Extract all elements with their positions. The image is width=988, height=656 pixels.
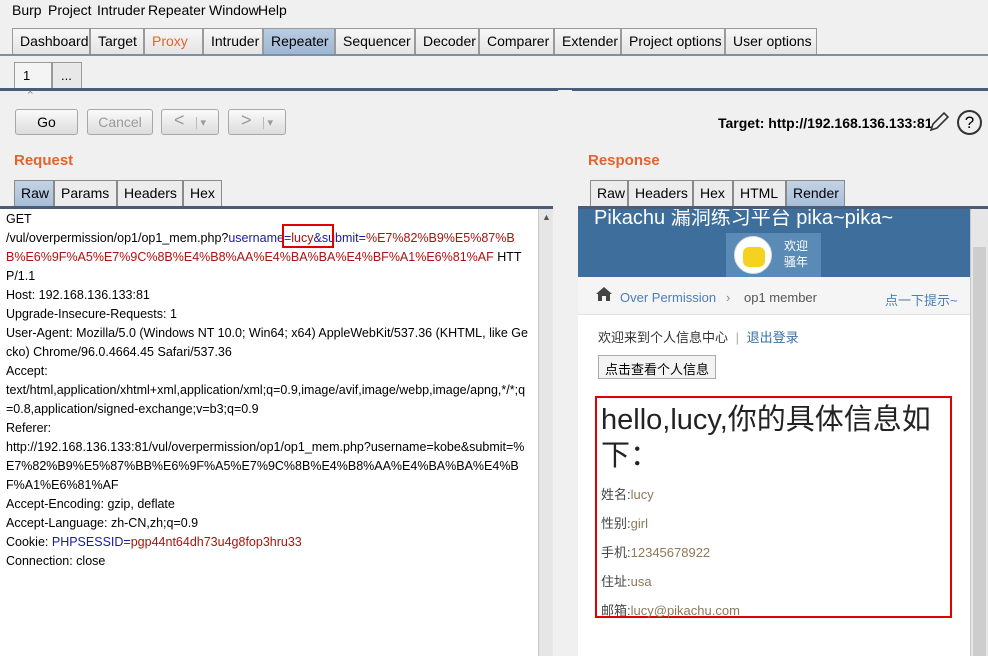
tab-user-options[interactable]: User options [725, 28, 817, 54]
target-label: Target: http://192.168.136.133:81 [718, 115, 933, 131]
welcome-line-1: 欢迎 [784, 239, 809, 253]
tab-extender[interactable]: Extender [554, 28, 621, 54]
menu-project[interactable]: Project [48, 2, 92, 18]
response-tab-render[interactable]: Render [786, 180, 845, 206]
menu-burp[interactable]: Burp [12, 2, 42, 18]
forward-arrow-icon: > [240, 110, 252, 130]
tab-dashboard[interactable]: Dashboard [12, 28, 90, 54]
edit-pencil-icon[interactable] [927, 110, 951, 134]
back-button[interactable]: < ▾ [161, 109, 219, 135]
request-editor[interactable]: GET /vul/overpermission/op1/op1_mem.php?… [0, 209, 538, 656]
req-accept-key: Accept: [6, 364, 48, 378]
req-accept-value: text/html,application/xhtml+xml,applicat… [6, 383, 526, 416]
welcome-line-2: 骚年 [784, 255, 809, 269]
repeater-tab-label: 1 [23, 68, 31, 83]
tab-comparer[interactable]: Comparer [479, 28, 554, 54]
menu-bar: Burp Project Intruder Repeater Window He… [0, 0, 988, 22]
req-param-username-key: username [228, 231, 284, 245]
logout-link[interactable]: 退出登录 [747, 330, 799, 345]
response-tab-headers[interactable]: Headers [628, 180, 693, 206]
request-title: Request [14, 152, 74, 169]
help-icon[interactable]: ? [957, 110, 982, 135]
tab-proxy[interactable]: Proxy [144, 28, 203, 54]
welcome-text: 欢迎 骚年 [784, 238, 808, 270]
tab-intruder[interactable]: Intruder [203, 28, 263, 54]
field-name: 姓名:lucy [601, 487, 654, 502]
request-tab-params[interactable]: Params [54, 180, 117, 206]
field-email: 邮箱:lucy@pikachu.com [601, 603, 740, 618]
response-tab-raw[interactable]: Raw [590, 180, 628, 206]
username-highlight-box [282, 224, 334, 248]
request-tab-hex[interactable]: Hex [183, 180, 222, 206]
banner-title: Pikachu 漏洞练习平台 pika~pika~ [594, 209, 894, 229]
tab-target[interactable]: Target [90, 28, 144, 54]
req-cookie-name: PHPSESSID [51, 535, 124, 549]
crumb-current: op1 member [744, 290, 817, 305]
info-divider: | [735, 330, 740, 345]
response-scrollbar[interactable] [970, 209, 988, 656]
go-button[interactable]: Go [15, 109, 78, 135]
back-dropdown-icon: ▾ [195, 117, 207, 129]
menu-window[interactable]: Window [209, 2, 259, 18]
req-host: Host: 192.168.136.133:81 [6, 288, 150, 302]
req-user-agent: User-Agent: Mozilla/5.0 (Windows NT 10.0… [6, 326, 528, 359]
result-box: hello,lucy,你的具体信息如下： 姓名:lucy 性别:girl 手机:… [595, 396, 952, 618]
forward-button[interactable]: > ▾ [228, 109, 286, 135]
tab-decoder[interactable]: Decoder [415, 28, 479, 54]
scroll-up-icon[interactable]: ▲ [542, 212, 551, 222]
pikachu-banner: Pikachu 漏洞练习平台 pika~pika~ 欢迎 骚年 [578, 209, 970, 277]
request-scrollbar[interactable]: ▲ [538, 209, 553, 656]
req-eq: = [358, 231, 366, 245]
toolbar-separator [0, 88, 988, 91]
pane-splitter[interactable] [558, 90, 572, 656]
request-tab-raw[interactable]: Raw [14, 180, 54, 206]
req-upgrade: Upgrade-Insecure-Requests: 1 [6, 307, 177, 321]
repeater-tab-1[interactable]: 1 × [14, 62, 52, 98]
request-tab-headers[interactable]: Headers [117, 180, 183, 206]
req-eq: = [123, 535, 131, 549]
menu-repeater[interactable]: Repeater [148, 2, 206, 18]
response-title: Response [588, 152, 660, 169]
forward-dropdown-icon: ▾ [262, 117, 274, 129]
response-tab-html[interactable]: HTML [733, 180, 786, 206]
req-referer-value: http://192.168.136.133:81/vul/overpermis… [6, 440, 525, 492]
view-info-button[interactable]: 点击查看个人信息 [598, 355, 717, 379]
back-arrow-icon: < [173, 110, 185, 130]
breadcrumb: Over Permission › op1 member 点一下提示~ [578, 277, 970, 315]
menu-help[interactable]: Help [258, 2, 287, 18]
req-accept-encoding: Accept-Encoding: gzip, deflate [6, 497, 175, 511]
response-tab-hex[interactable]: Hex [693, 180, 733, 206]
greeting: hello,lucy,你的具体信息如下： [601, 404, 931, 472]
field-address: 住址:usa [601, 574, 652, 589]
field-gender: 性别:girl [601, 516, 648, 531]
user-box: 欢迎 骚年 [726, 233, 821, 277]
crumb-over-permission[interactable]: Over Permission [620, 290, 716, 305]
req-cookie-value: pgp44nt64dh73u4g8fop3hru33 [130, 535, 302, 549]
req-cookie-key: Cookie: [6, 535, 52, 549]
tab-sequencer[interactable]: Sequencer [335, 28, 415, 54]
tab-divider [0, 54, 988, 56]
info-center-line: 欢迎来到个人信息中心 | 退出登录 [598, 327, 799, 346]
tab-repeater[interactable]: Repeater [263, 28, 335, 54]
cancel-button[interactable]: Cancel [87, 109, 153, 135]
req-referer-key: Referer: [6, 421, 52, 435]
avatar [734, 236, 772, 274]
tab-project-options[interactable]: Project options [621, 28, 725, 54]
req-method: GET [6, 212, 32, 226]
response-scroll-thumb[interactable] [973, 247, 986, 656]
field-phone: 手机:12345678922 [601, 545, 711, 560]
menu-intruder[interactable]: Intruder [97, 2, 145, 18]
req-accept-language: Accept-Language: zh-CN,zh;q=0.9 [6, 516, 199, 530]
home-icon[interactable] [596, 287, 612, 301]
hint-link[interactable]: 点一下提示~ [885, 290, 958, 309]
repeater-tab-more[interactable]: ... [52, 62, 82, 88]
req-connection: Connection: close [6, 554, 106, 568]
info-center-text: 欢迎来到个人信息中心 [598, 330, 729, 345]
response-render: Pikachu 漏洞练习平台 pika~pika~ 欢迎 骚年 Over Per… [578, 209, 970, 656]
crumb-separator: › [726, 290, 731, 305]
req-path: /vul/overpermission/op1/op1_mem.php? [6, 231, 229, 245]
